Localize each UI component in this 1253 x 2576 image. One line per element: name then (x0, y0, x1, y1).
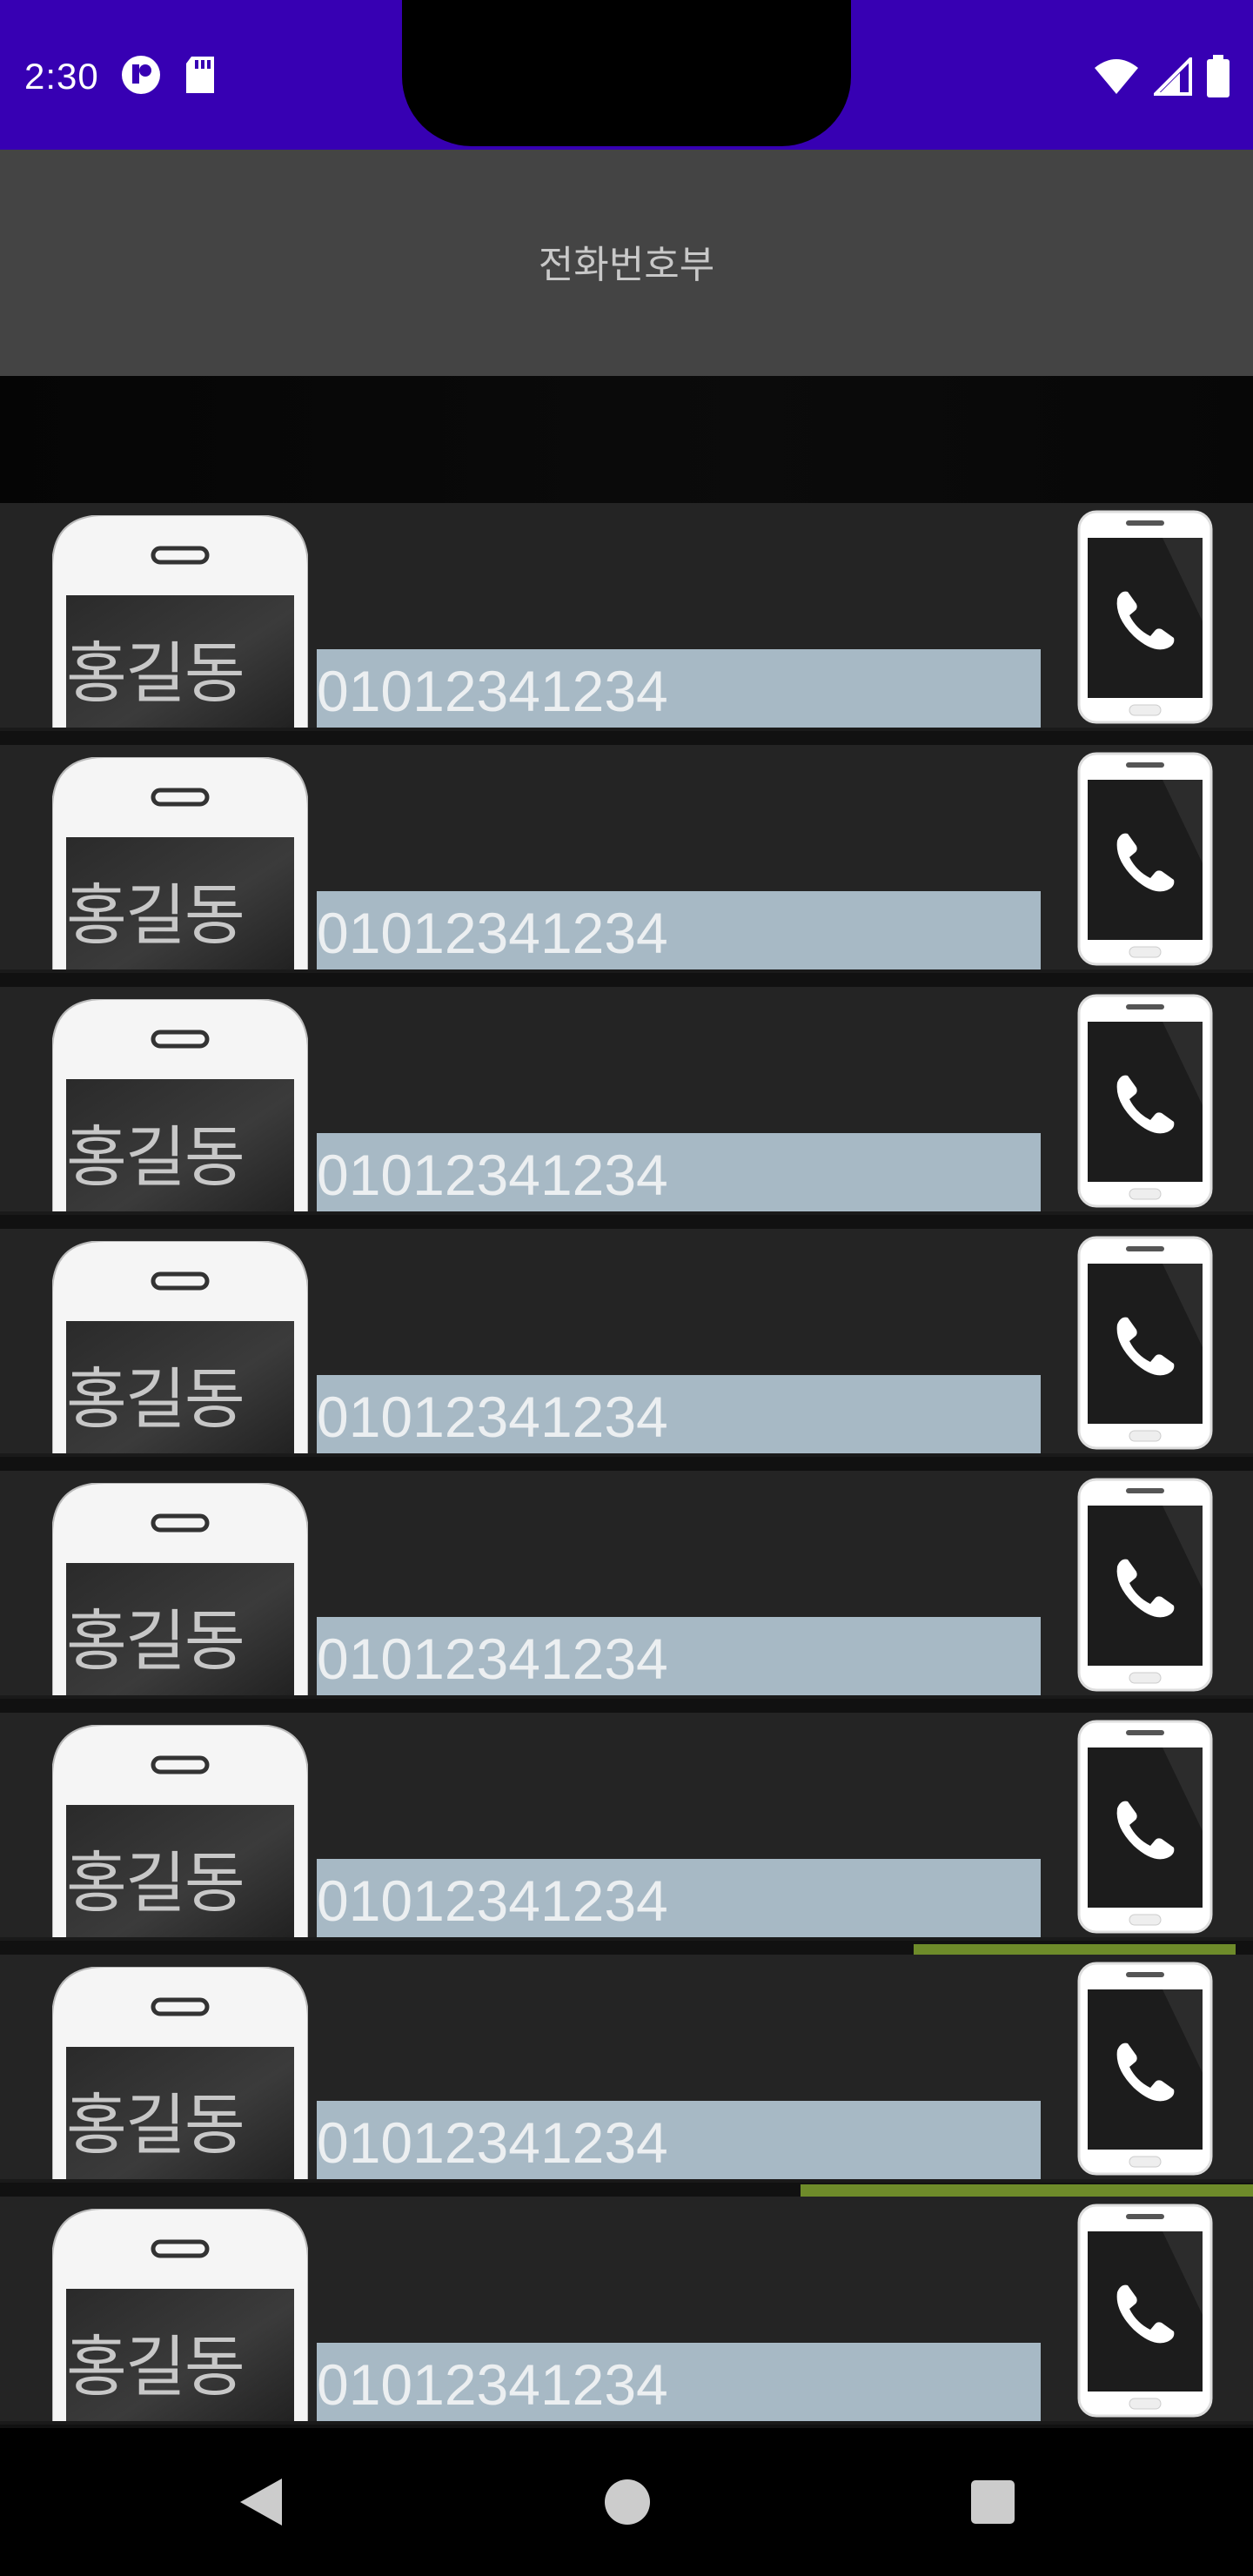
phone-number: 01012341234 (317, 2110, 668, 2175)
navigation-bar (0, 2428, 1253, 2576)
contact-name: 홍길동 (66, 1360, 245, 1438)
call-phone-icon (1077, 1962, 1213, 2176)
call-button[interactable] (1075, 1960, 1215, 2177)
call-button[interactable] (1075, 1234, 1215, 1452)
call-phone-icon (1077, 1236, 1213, 1450)
cellular-signal-icon (1151, 55, 1192, 99)
contact-name: 홍길동 (66, 2086, 245, 2163)
phone-number: 01012341234 (317, 1627, 668, 1691)
call-phone-icon (1077, 2204, 1213, 2418)
contact-name: 홍길동 (66, 1844, 245, 1922)
status-bar: 2:30 (0, 0, 1253, 150)
call-button[interactable] (1075, 750, 1215, 968)
call-button[interactable] (1075, 992, 1215, 1210)
call-phone-icon (1077, 510, 1213, 724)
contact-name: 홍길동 (66, 634, 245, 712)
status-right (1093, 50, 1230, 106)
call-phone-icon (1077, 1478, 1213, 1692)
contact-row[interactable]: 홍길동 01012341234 (0, 2197, 1253, 2425)
media-playback-icon (120, 54, 162, 99)
status-time: 2:30 (24, 56, 99, 97)
contact-row[interactable]: 홍길동 01012341234 (0, 503, 1253, 731)
page-title: 전화번호부 (538, 243, 715, 287)
camera-notch (402, 0, 851, 146)
app-bar: 전화번호부 (0, 150, 1253, 376)
call-button[interactable] (1075, 2202, 1215, 2419)
contact-row[interactable]: 홍길동 01012341234 (0, 1471, 1253, 1699)
call-phone-icon (1077, 752, 1213, 966)
phone-number: 01012341234 (317, 1143, 668, 1207)
status-left: 2:30 (24, 49, 218, 104)
contact-name: 홍길동 (66, 1118, 245, 1196)
contact-name: 홍길동 (66, 2328, 245, 2405)
back-icon[interactable] (231, 2472, 292, 2532)
wifi-icon (1093, 57, 1140, 99)
phone-number: 01012341234 (317, 2352, 668, 2417)
phone-number: 01012341234 (317, 1385, 668, 1449)
phone-number: 01012341234 (317, 901, 668, 965)
call-phone-icon (1077, 1720, 1213, 1934)
call-button[interactable] (1075, 508, 1215, 726)
contact-row[interactable]: 홍길동 01012341234 (0, 1713, 1253, 1941)
contact-name: 홍길동 (66, 876, 245, 954)
phone-number: 01012341234 (317, 659, 668, 723)
contact-row[interactable]: 홍길동 01012341234 (0, 1229, 1253, 1457)
call-button[interactable] (1075, 1718, 1215, 1935)
call-phone-icon (1077, 994, 1213, 1208)
call-button[interactable] (1075, 1476, 1215, 1694)
header-spacer (0, 376, 1253, 503)
contact-list[interactable]: 홍길동 01012341234 홍길동 01012341234 홍길동 0101… (0, 503, 1253, 2428)
contact-row[interactable]: 홍길동 01012341234 (0, 1955, 1253, 2183)
contact-row[interactable]: 홍길동 01012341234 (0, 987, 1253, 1215)
battery-icon (1206, 55, 1230, 102)
home-icon[interactable] (597, 2472, 658, 2532)
sd-card-icon (183, 55, 218, 98)
contact-row[interactable]: 홍길동 01012341234 (0, 745, 1253, 973)
recents-icon[interactable] (962, 2472, 1023, 2532)
contact-name: 홍길동 (66, 1602, 245, 1680)
phone-number: 01012341234 (317, 1868, 668, 1933)
